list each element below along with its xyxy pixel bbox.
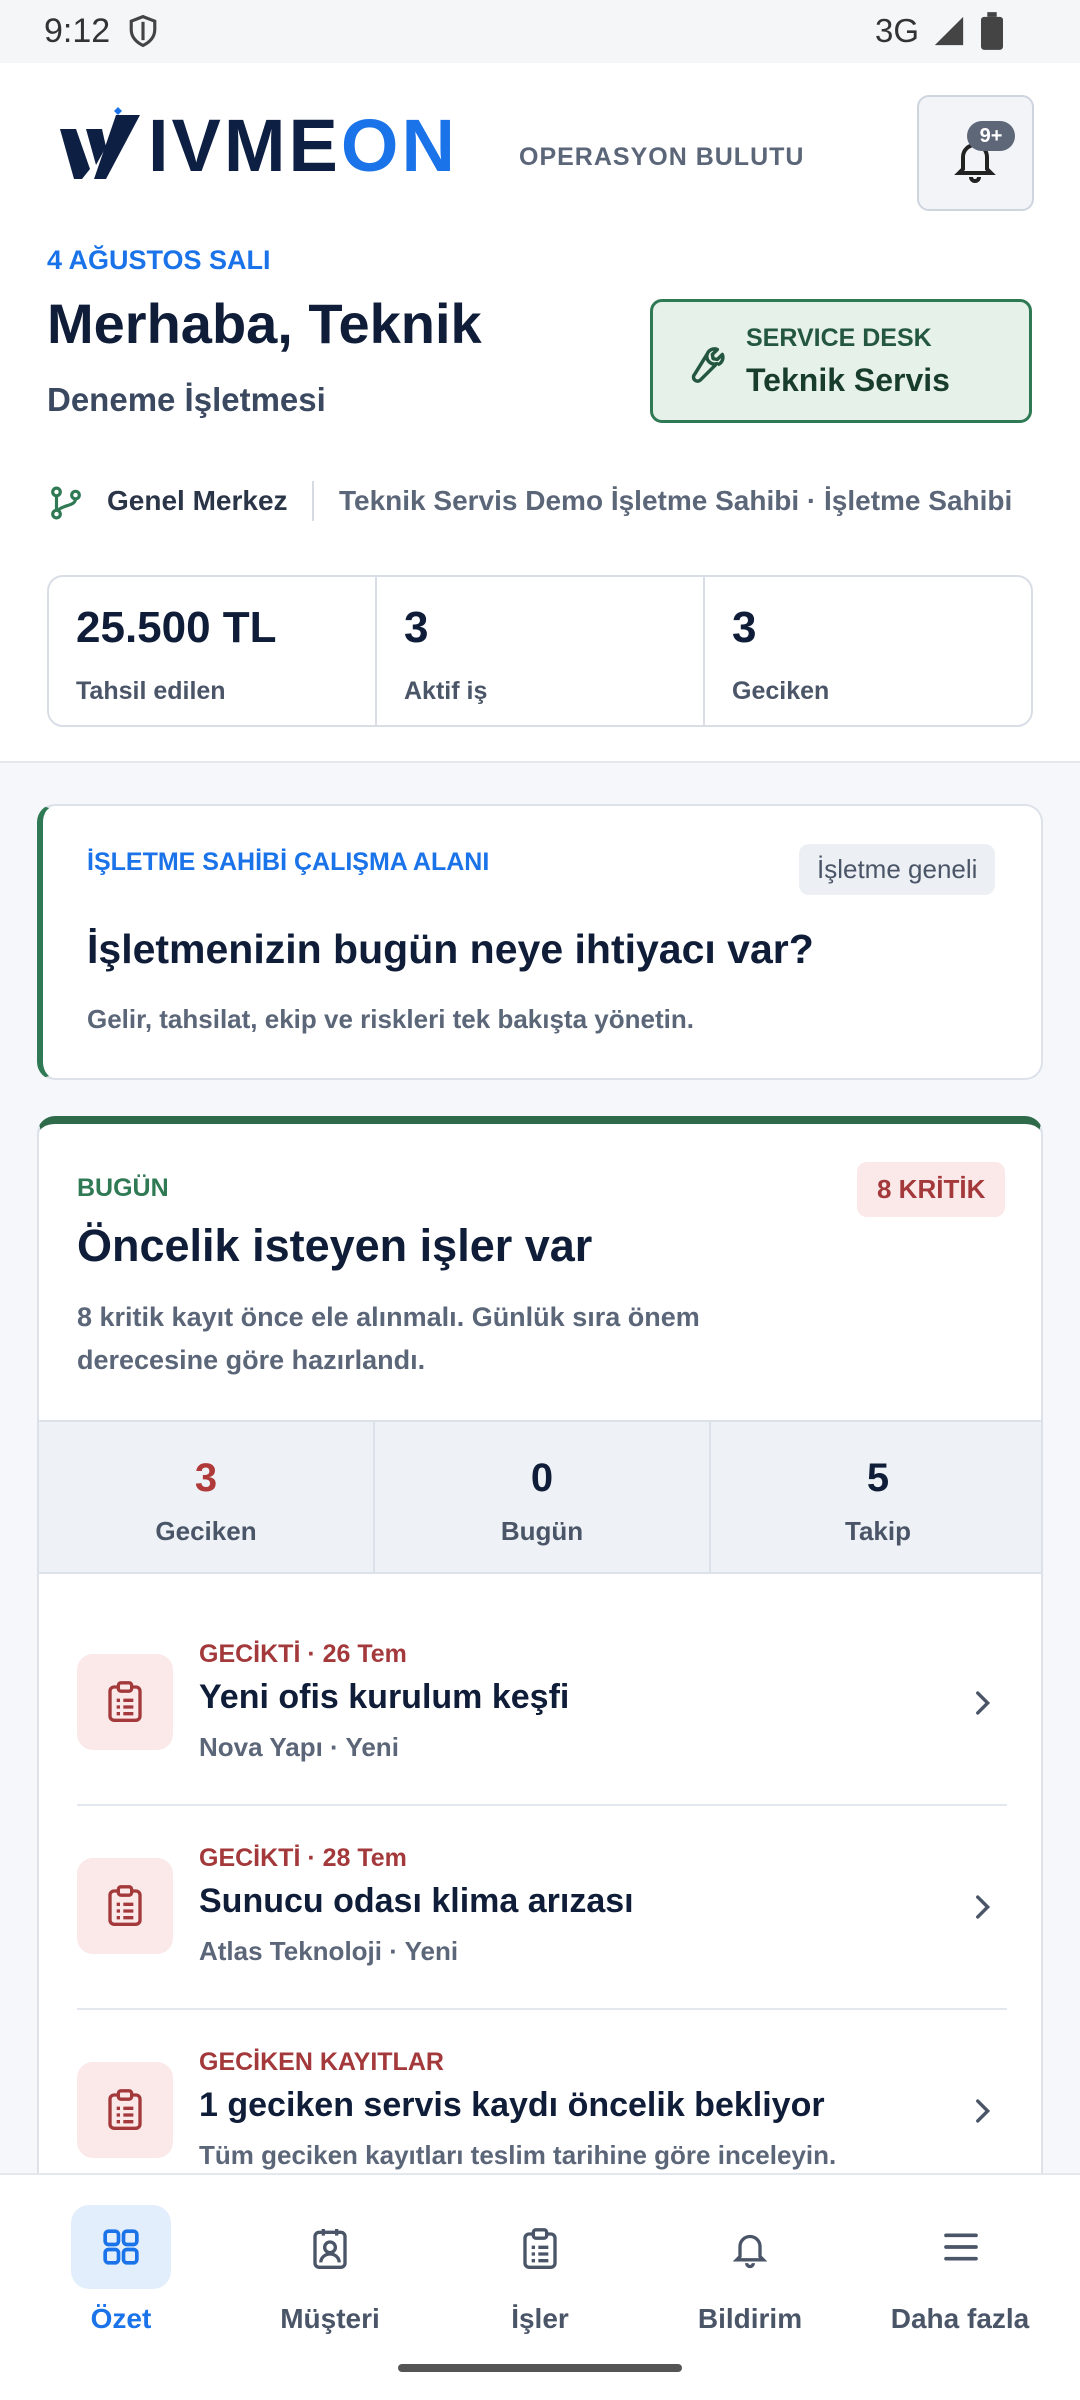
task-item[interactable]: GECİKTİ · 26 Tem Yeni ofis kurulum keşfi… bbox=[77, 1602, 1007, 1806]
workspace-label: İŞLETME SAHİBİ ÇALIŞMA ALANI bbox=[87, 848, 490, 876]
signal-icon bbox=[934, 16, 964, 46]
priority-counters: 3 Geciken 0 Bugün 5 Takip bbox=[39, 1420, 1041, 1574]
task-icon-wrap bbox=[77, 1858, 173, 1954]
clipboard-icon bbox=[108, 1885, 142, 1926]
stat-label: Tahsil edilen bbox=[76, 677, 226, 705]
nav-label: Özet bbox=[90, 2303, 152, 2334]
workspace-description: Gelir, tahsilat, ekip ve riskleri tek ba… bbox=[87, 1004, 694, 1034]
task-icon-wrap bbox=[77, 2062, 173, 2158]
service-desk-label: SERVICE DESK bbox=[746, 324, 932, 352]
nav-icon-wrap bbox=[71, 2205, 171, 2289]
today-description: 8 kritik kayıt önce ele alınmalı. Günlük… bbox=[77, 1302, 700, 1375]
stat-label: Aktif iş bbox=[404, 677, 488, 705]
task-title: 1 geciken servis kaydı öncelik bekliyor bbox=[199, 2086, 825, 2124]
counter-label: Geciken bbox=[155, 1516, 257, 1546]
task-meta: GECİKTİ · 28 Tem bbox=[199, 1844, 407, 1872]
stat-value: 3 bbox=[404, 603, 429, 652]
task-item[interactable]: GECİKTİ · 28 Tem Sunucu odası klima arız… bbox=[77, 1806, 1007, 2010]
network-type: 3G bbox=[875, 12, 920, 49]
home-indicator[interactable] bbox=[398, 2364, 682, 2372]
clipboard-icon bbox=[108, 2089, 142, 2131]
menu-icon bbox=[944, 2233, 978, 2261]
brand-logo: IVMEON bbox=[148, 103, 458, 188]
notifications-button[interactable]: 9+ bbox=[917, 95, 1034, 211]
logo-text-main: IVME bbox=[148, 104, 341, 187]
task-title: Yeni ofis kurulum keşfi bbox=[199, 1678, 570, 1716]
dashboard-icon bbox=[103, 2229, 139, 2265]
stat-value: 25.500 TL bbox=[76, 603, 277, 652]
scope-chip[interactable]: İşletme geneli bbox=[799, 844, 996, 895]
greeting-title: Merhaba, Teknik bbox=[47, 292, 482, 355]
task-meta: GECİKTİ · 26 Tem bbox=[199, 1640, 407, 1668]
stat-label: Geciken bbox=[732, 677, 830, 705]
stat-value: 3 bbox=[732, 603, 757, 652]
stat-collected[interactable]: 25.500 TL Tahsil edilen bbox=[49, 577, 377, 725]
branch-icon bbox=[51, 486, 81, 520]
counter-overdue[interactable]: 3 Geciken bbox=[39, 1422, 375, 1572]
business-name: Deneme İşletmesi bbox=[47, 381, 326, 418]
counter-value: 3 bbox=[194, 1456, 218, 1500]
shield-icon bbox=[129, 14, 157, 48]
nav-item-jobs[interactable]: İşler bbox=[435, 2195, 645, 2335]
branch-divider bbox=[312, 481, 314, 521]
brand-tagline: OPERASYON BULUTU bbox=[519, 143, 805, 171]
counter-label: Bugün bbox=[500, 1516, 584, 1546]
task-title: Sunucu odası klima arızası bbox=[199, 1882, 634, 1920]
clipboard-icon bbox=[523, 2228, 557, 2270]
date-label: 4 AĞUSTOS SALI bbox=[47, 245, 271, 275]
task-subtitle: Tüm geciken kayıtları teslim tarihine gö… bbox=[199, 2140, 837, 2170]
wrench-icon bbox=[691, 347, 725, 383]
chevron-right-icon bbox=[976, 1895, 991, 1919]
nav-icon-wrap bbox=[910, 2205, 1010, 2289]
nav-label: Müşteri bbox=[280, 2303, 380, 2334]
nav-label: İşler bbox=[511, 2303, 569, 2334]
task-subtitle: Nova Yapı · Yeni bbox=[199, 1732, 399, 1762]
task-meta: GECİKEN KAYITLAR bbox=[199, 2048, 444, 2076]
today-title: Öncelik isteyen işler var bbox=[77, 1220, 593, 1271]
stat-active-jobs[interactable]: 3 Aktif iş bbox=[377, 577, 705, 725]
workspace-title: İşletmenizin bugün neye ihtiyacı var? bbox=[87, 926, 814, 972]
status-bar: 9:12 3G bbox=[0, 0, 1080, 63]
chevron-right-icon bbox=[976, 1691, 991, 1715]
app-header: IVMEON OPERASYON BULUTU 9+ 4 AĞUSTOS SAL… bbox=[0, 63, 1080, 763]
logo-mark-icon bbox=[60, 107, 140, 179]
battery-icon bbox=[981, 12, 1003, 50]
counter-today[interactable]: 0 Bugün bbox=[375, 1422, 711, 1572]
nav-item-customers[interactable]: Müşteri bbox=[225, 2195, 435, 2335]
critical-badge: 8 KRİTİK bbox=[857, 1162, 1006, 1217]
counter-label: Takip bbox=[845, 1516, 911, 1546]
logo-text-accent: ON bbox=[340, 104, 458, 187]
nav-label: Daha fazla bbox=[890, 2303, 1030, 2334]
chevron-right-icon bbox=[976, 2099, 991, 2123]
counter-follow-up[interactable]: 5 Takip bbox=[711, 1422, 1041, 1572]
task-icon-wrap bbox=[77, 1654, 173, 1750]
branch-name: Genel Merkez bbox=[107, 485, 288, 516]
clipboard-icon bbox=[108, 1681, 142, 1722]
stat-overdue[interactable]: 3 Geciken bbox=[705, 577, 1031, 725]
counter-value: 0 bbox=[530, 1456, 554, 1500]
customer-icon bbox=[313, 2229, 347, 2269]
summary-stats: 25.500 TL Tahsil edilen 3 Aktif iş 3 Gec… bbox=[47, 575, 1033, 727]
service-desk-card[interactable]: SERVICE DESK Teknik Servis bbox=[650, 299, 1032, 423]
nav-icon-wrap bbox=[490, 2205, 590, 2289]
nav-icon-wrap bbox=[280, 2205, 380, 2289]
nav-icon-wrap bbox=[700, 2205, 800, 2289]
nav-item-notifications[interactable]: Bildirim bbox=[645, 2195, 855, 2335]
notification-badge: 9+ bbox=[967, 121, 1015, 151]
bell-icon bbox=[732, 2234, 768, 2269]
owner-workspace-card: İŞLETME SAHİBİ ÇALIŞMA ALANI İşletme gen… bbox=[37, 804, 1043, 1080]
counter-value: 5 bbox=[866, 1456, 890, 1500]
status-time: 9:12 bbox=[44, 12, 111, 50]
nav-item-more[interactable]: Daha fazla bbox=[855, 2195, 1065, 2335]
nav-item-summary[interactable]: Özet bbox=[16, 2195, 226, 2335]
task-subtitle: Atlas Teknoloji · Yeni bbox=[199, 1936, 459, 1966]
branch-row[interactable]: Genel Merkez Teknik Servis Demo İşletme … bbox=[47, 481, 1047, 525]
service-desk-name: Teknik Servis bbox=[746, 362, 950, 398]
branch-owner: Teknik Servis Demo İşletme Sahibi · İşle… bbox=[339, 485, 1013, 516]
today-label: BUGÜN bbox=[77, 1174, 169, 1202]
nav-label: Bildirim bbox=[697, 2303, 803, 2334]
